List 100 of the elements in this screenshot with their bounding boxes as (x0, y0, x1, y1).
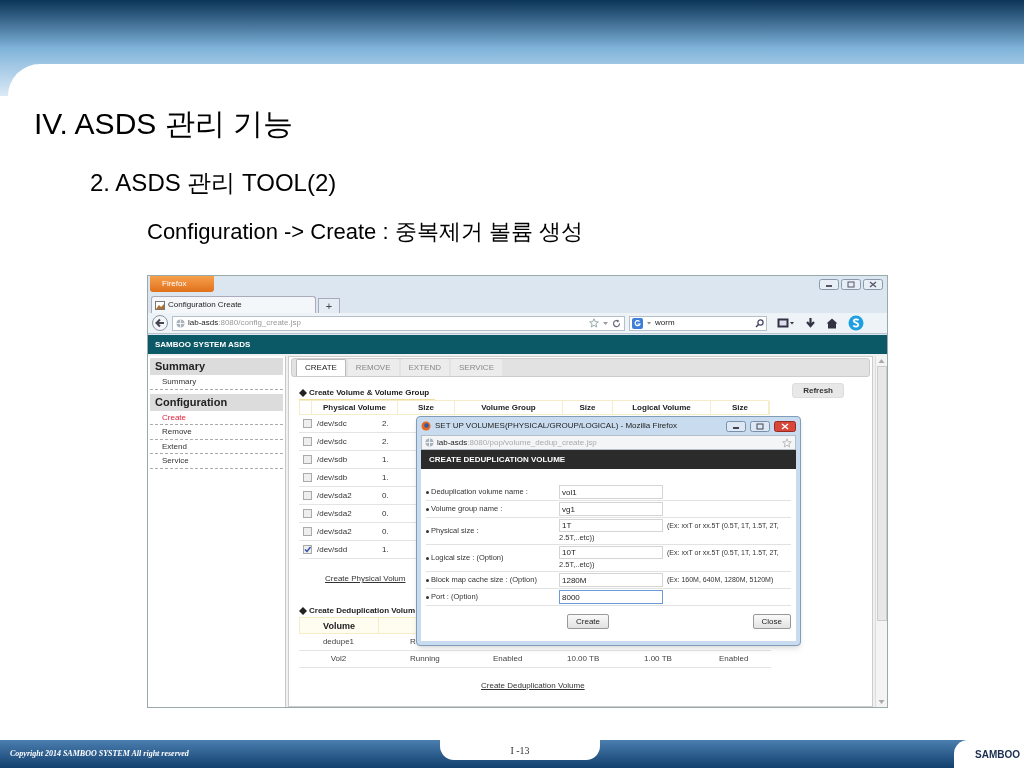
diamond-icon (299, 389, 307, 397)
table-cell: 2. (382, 435, 389, 448)
new-tab-button[interactable]: + (318, 298, 340, 313)
scrollbar[interactable] (875, 356, 887, 707)
star-icon[interactable] (589, 318, 599, 328)
picture-icon (155, 300, 165, 310)
address-field[interactable]: lab-asds:8080/config_create.jsp (172, 315, 625, 331)
checkbox[interactable] (303, 509, 312, 518)
table-cell: 2. (382, 417, 389, 430)
table-cell: 0. (382, 525, 389, 538)
dropdown-icon[interactable] (602, 319, 609, 327)
close-icon[interactable] (774, 420, 796, 432)
table-cell-text: Enabled (492, 653, 524, 665)
column-header: Volume Group (455, 401, 563, 415)
column-header: Physical Volume (312, 401, 398, 415)
bullet-icon (426, 529, 429, 533)
download-icon[interactable] (805, 317, 816, 329)
refresh-button[interactable]: Refresh (792, 383, 844, 398)
table-cell: 0. (382, 507, 389, 520)
checkbox[interactable] (303, 437, 312, 446)
checkbox[interactable] (303, 545, 312, 554)
slide-subtitle: 2. ASDS 관리 TOOL(2) (89, 168, 338, 198)
checkbox[interactable] (303, 527, 312, 536)
down-arrow-icon[interactable] (878, 699, 885, 705)
search-icon[interactable] (755, 318, 764, 328)
url-text: lab-asds:8080/config_create.jsp (188, 317, 301, 329)
table-cell-text: Running (409, 653, 441, 665)
search-field[interactable]: worm (629, 315, 767, 331)
table-cell-text: /dev/sdc (317, 417, 348, 430)
sidebar-section-title: Configuration (150, 393, 283, 411)
column-header: Volume (300, 618, 379, 634)
slide-title: IV. ASDS 관리 기능 (33, 106, 294, 142)
tab-title: Configuration Create (168, 299, 242, 311)
sidebar-item[interactable]: Remove (150, 425, 283, 440)
dropdown-icon[interactable] (646, 320, 652, 326)
close-icon[interactable] (863, 279, 883, 290)
logo-text: SAMBOO (975, 747, 1020, 762)
input-field[interactable]: 10T (559, 546, 663, 559)
diamond-icon (299, 607, 307, 615)
table-cell-text: 10.00 TB (566, 653, 601, 665)
globe-icon (176, 318, 185, 328)
tab[interactable]: CREATE (296, 359, 346, 376)
input-field[interactable]: 1T (559, 519, 663, 532)
reload-icon[interactable] (612, 318, 621, 328)
bullet-icon (426, 490, 429, 494)
browser-logo-icon (421, 421, 431, 431)
column-header: Size (563, 401, 613, 415)
bullet-icon (426, 507, 429, 511)
table-cell-text: /dev/sda2 (317, 507, 353, 520)
bullet-icon (426, 578, 429, 582)
sidebar-item[interactable]: Create (150, 410, 283, 425)
home-icon[interactable] (826, 317, 838, 329)
column-header: Size (398, 401, 455, 415)
skype-icon[interactable] (848, 315, 864, 331)
page-number: I -13 (510, 743, 530, 758)
browser-tab[interactable]: Configuration Create (151, 296, 316, 313)
minimize-icon[interactable] (726, 420, 746, 432)
table-cell-text: /dev/sda2 (317, 525, 353, 538)
back-icon[interactable] (152, 315, 168, 331)
table-cell-text: /dev/sdb (317, 471, 349, 484)
table-cell-text: Enabled (718, 653, 750, 665)
sidebar-item[interactable]: Summary (150, 375, 283, 390)
table-cell-text: R (409, 636, 417, 648)
input-field[interactable]: 1280M (559, 573, 663, 587)
bullet-icon (426, 556, 429, 560)
star-icon[interactable] (782, 437, 792, 448)
dialog-title: SET UP VOLUMES(PHYSICAL/GROUP/LOGICAL) - Mozilla Firefox (435, 420, 677, 432)
checkbox[interactable] (303, 455, 312, 464)
create-link[interactable]: Create Deduplication Volume (481, 680, 585, 692)
column-header: Size (711, 401, 770, 415)
bullet-icon (426, 595, 429, 599)
checkbox[interactable] (303, 491, 312, 500)
input-field[interactable]: vol1 (559, 485, 663, 499)
checkbox[interactable] (303, 419, 312, 428)
input-field[interactable]: vg1 (559, 502, 663, 516)
create-link[interactable]: Create Physical Volum (325, 573, 406, 585)
dialog-button[interactable]: Close (752, 614, 791, 629)
app-title: SAMBOO SYSTEM ASDS (155, 338, 251, 351)
sidebar-item[interactable]: Extend (150, 439, 283, 454)
table-cell-text: Vol2 (329, 653, 348, 665)
table-cell: 1. (382, 543, 389, 556)
minimize-icon[interactable] (819, 279, 839, 290)
bookmarks-icon[interactable] (777, 317, 795, 329)
column-header: Logical Volume (613, 401, 711, 415)
globe-icon (425, 438, 434, 447)
up-arrow-icon[interactable] (878, 358, 885, 364)
sidebar-item[interactable]: Service (150, 454, 283, 469)
table-cell-text: dedupe1 (321, 636, 356, 648)
table-cell-text: /dev/sdb (317, 453, 349, 466)
checkbox[interactable] (303, 473, 312, 482)
table-cell-text: /dev/sda2 (317, 489, 353, 502)
table-cell-text: 1.00 TB (643, 653, 673, 665)
table-cell: 1. (382, 471, 389, 484)
dialog-button[interactable]: Create (567, 614, 609, 629)
search-engine-icon[interactable] (632, 317, 643, 329)
table-cell-text: /dev/sdc (317, 435, 348, 448)
section-title: Create Volume & Volume Group (309, 387, 430, 399)
copyright-text: Copyright 2014 SAMBOO SYSTEM All right reserved (10, 748, 189, 760)
input-field[interactable]: 8000 (559, 590, 663, 604)
table-cell: 1. (382, 453, 389, 466)
